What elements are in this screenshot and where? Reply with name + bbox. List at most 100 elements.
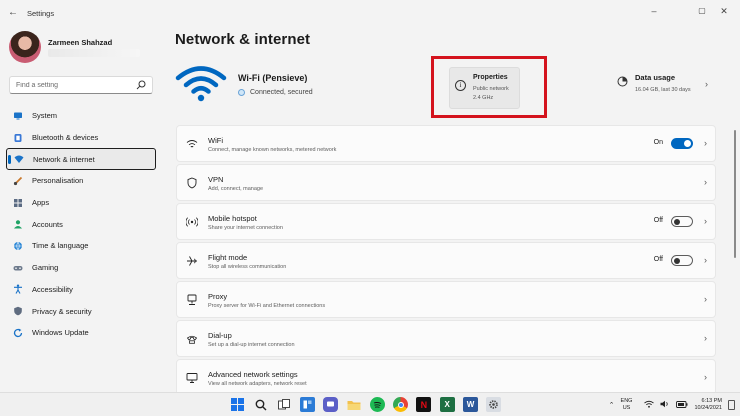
system-tray: ⌃ ENG US 6:13 PM 10/24/2021 (609, 396, 735, 414)
language-code: ENG (620, 398, 633, 404)
advanced-network-settings-card[interactable]: Advanced network settings View all netwo… (176, 359, 716, 396)
notification-icon[interactable] (728, 400, 735, 410)
card-title: Dial-up (208, 331, 232, 340)
card-subtitle: Connect, manage known networks, metered … (208, 147, 337, 153)
phone-icon (186, 333, 198, 345)
language-indicator[interactable]: ENG US (621, 398, 633, 412)
sidebar-item-bluetooth[interactable]: Bluetooth & devices (6, 127, 156, 149)
connected-status-icon (238, 89, 245, 96)
accounts-icon (13, 219, 23, 229)
clock-date: 10/24/2021 (694, 405, 722, 411)
profile-name: Zarmeen Shahzad (48, 38, 113, 47)
sidebar-item-network[interactable]: Network & internet (6, 148, 156, 171)
proxy-card[interactable]: Proxy Proxy server for Wi-Fi and Etherne… (176, 281, 716, 318)
card-title: Advanced network settings (208, 370, 298, 379)
sidebar-item-label: Network & internet (33, 154, 95, 164)
wifi-hero-icon (175, 66, 227, 102)
chevron-right-icon: › (704, 255, 707, 265)
clock[interactable]: 6:13 PM 10/24/2021 (694, 398, 722, 412)
task-view-icon[interactable] (277, 397, 292, 412)
wifi-icon (186, 138, 198, 150)
chevron-right-icon: › (704, 138, 707, 148)
close-button[interactable]: ✕ (712, 4, 736, 18)
start-icon[interactable] (230, 397, 245, 412)
sidebar-item-accessibility[interactable]: Accessibility (6, 279, 156, 301)
toggle-state-label: Off (653, 217, 663, 224)
update-icon (13, 328, 23, 338)
search-box[interactable] (9, 76, 153, 94)
accessibility-icon (13, 284, 23, 295)
chevron-right-icon: › (704, 294, 707, 304)
properties-title: Properties (473, 74, 508, 81)
file-explorer-icon[interactable] (346, 397, 361, 412)
properties-band: 2.4 GHz (473, 95, 494, 101)
sidebar-item-personalisation[interactable]: Personalisation (6, 170, 156, 192)
excel-icon[interactable]: X (439, 397, 455, 412)
search-input[interactable] (10, 77, 130, 93)
brush-icon (13, 176, 23, 186)
card-title: VPN (208, 175, 224, 184)
airplane-icon (186, 255, 198, 267)
wifi-network-name: Wi-Fi (Pensieve) (238, 73, 308, 83)
card-subtitle: Share your internet connection (208, 225, 283, 231)
wifi-card[interactable]: WiFi Connect, manage known networks, met… (176, 125, 716, 162)
chat-icon[interactable] (323, 397, 339, 412)
flight-mode-card[interactable]: Flight mode Stop all wireless communicat… (176, 242, 716, 279)
sidebar-item-label: Personalisation (32, 176, 84, 186)
properties-network-type: Public network (473, 86, 509, 92)
back-arrow-icon[interactable]: ← (8, 7, 18, 18)
card-subtitle: View all network adapters, network reset (208, 381, 307, 387)
wifi-tray-icon[interactable] (644, 400, 655, 410)
flight-mode-toggle[interactable] (671, 255, 693, 266)
widgets-icon[interactable] (299, 397, 315, 412)
data-usage-icon (617, 76, 628, 87)
search-icon[interactable] (253, 397, 268, 412)
sidebar-item-system[interactable]: System (6, 105, 156, 127)
sidebar-item-accounts[interactable]: Accounts (6, 213, 156, 235)
sidebar-item-windows-update[interactable]: Windows Update (6, 322, 156, 344)
chevron-right-icon: › (704, 177, 707, 187)
mobile-hotspot-card[interactable]: Mobile hotspot Share your internet conne… (176, 203, 716, 240)
toggle-state-label: Off (653, 256, 663, 263)
maximize-button[interactable]: ▢ (690, 4, 714, 18)
monitor-icon (186, 372, 198, 384)
wifi-toggle[interactable] (671, 138, 693, 149)
search-icon[interactable] (136, 80, 146, 90)
avatar[interactable] (9, 31, 41, 63)
sidebar-item-label: Windows Update (32, 328, 89, 338)
sidebar-item-time-language[interactable]: Time & language (6, 235, 156, 257)
chrome-icon[interactable] (393, 397, 409, 412)
card-subtitle: Add, connect, manage (208, 186, 264, 192)
volume-icon[interactable] (660, 400, 670, 410)
dial-up-card[interactable]: Dial-up Set up a dial-up internet connec… (176, 320, 716, 357)
spotify-icon[interactable] (369, 397, 385, 412)
chevron-up-icon[interactable]: ⌃ (609, 401, 615, 409)
netflix-icon[interactable]: N (416, 397, 432, 412)
sidebar-item-gaming[interactable]: Gaming (6, 257, 156, 279)
sidebar-item-label: Time & language (32, 241, 89, 251)
properties-button[interactable]: i Properties Public network 2.4 GHz (449, 67, 520, 109)
vpn-card[interactable]: VPN Add, connect, manage › (176, 164, 716, 201)
vpn-shield-icon (186, 177, 198, 189)
sidebar-item-apps[interactable]: Apps (6, 192, 156, 214)
minimize-button[interactable]: – (642, 4, 666, 18)
sidebar-item-privacy-security[interactable]: Privacy & security (6, 300, 156, 322)
globe-icon (13, 241, 23, 251)
mobile-hotspot-toggle[interactable] (671, 216, 693, 227)
taskbar: N X W ⌃ ENG US 6:13 PM 10/24/2021 (0, 392, 740, 416)
vertical-scrollbar[interactable] (734, 130, 737, 370)
card-subtitle: Proxy server for Wi-Fi and Ethernet conn… (208, 303, 326, 309)
sidebar-item-label: Apps (32, 198, 50, 208)
wifi-connection-status: Connected, secured (238, 89, 313, 96)
apps-icon (13, 198, 23, 208)
page-title: Network & internet (175, 31, 311, 48)
bluetooth-icon (13, 133, 23, 143)
info-icon: i (455, 80, 466, 91)
card-title: Flight mode (208, 253, 248, 262)
scrollbar-thumb[interactable] (734, 130, 736, 258)
sidebar-item-label: Accounts (32, 219, 63, 229)
word-icon[interactable]: W (462, 397, 478, 412)
battery-icon[interactable] (676, 400, 688, 410)
settings-icon[interactable] (486, 397, 502, 412)
sidebar-nav: System Bluetooth & devices Network & int… (6, 105, 156, 344)
